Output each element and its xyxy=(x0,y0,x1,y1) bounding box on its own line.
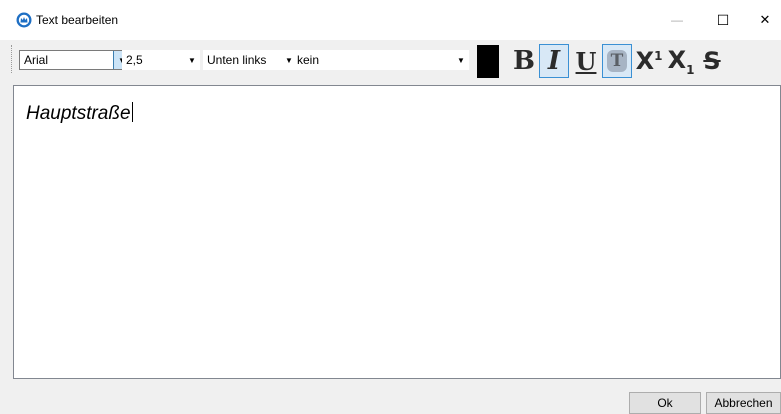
superscript-icon: X1 xyxy=(636,47,663,75)
maximize-button[interactable]: ☐ xyxy=(700,0,746,40)
subscript-digit: 1 xyxy=(686,62,695,77)
editor-text: Hauptstraße xyxy=(26,103,131,124)
subscript-icon: X1 xyxy=(668,46,695,77)
chevron-down-icon[interactable]: ▼ xyxy=(186,50,198,70)
strikethrough-button[interactable]: S xyxy=(697,44,727,78)
app-logo-icon xyxy=(16,12,32,28)
underline-button[interactable]: U xyxy=(571,44,601,78)
ok-button[interactable]: Ok xyxy=(629,392,701,414)
position-select[interactable]: Unten links ▼ xyxy=(203,50,297,70)
text-caret xyxy=(131,102,133,122)
underline-icon: U xyxy=(575,46,597,76)
position-value: Unten links xyxy=(207,53,267,67)
dialog-window: Text bearbeiten — ☐ ✕ Arial ▼ 2,5 ▼ Unte… xyxy=(0,0,781,414)
frame-select[interactable]: kein ▼ xyxy=(293,50,469,70)
superscript-base: X xyxy=(635,47,655,75)
text-color-button[interactable] xyxy=(477,45,499,78)
minimize-button[interactable]: — xyxy=(654,0,700,40)
text-background-button[interactable]: T xyxy=(602,44,632,78)
text-background-icon: T xyxy=(607,50,627,72)
bold-icon: B xyxy=(513,46,535,76)
strikethrough-icon: S xyxy=(703,47,721,75)
subscript-button[interactable]: X1 xyxy=(666,44,696,78)
cancel-button[interactable]: Abbrechen xyxy=(706,392,781,414)
maximize-icon: ☐ xyxy=(716,11,730,28)
italic-icon: I xyxy=(547,46,561,76)
font-select-value: Arial xyxy=(24,53,49,67)
font-size-value: 2,5 xyxy=(126,53,143,67)
font-select[interactable]: Arial ▼ xyxy=(19,50,131,70)
superscript-button[interactable]: X1 xyxy=(634,44,664,78)
superscript-digit: 1 xyxy=(654,49,663,63)
chevron-down-icon[interactable]: ▼ xyxy=(455,50,467,70)
text-editor[interactable]: Hauptstraße xyxy=(13,85,781,379)
title-bar: Text bearbeiten — ☐ ✕ xyxy=(0,0,781,40)
close-icon: ✕ xyxy=(759,12,771,27)
italic-button[interactable]: I xyxy=(539,44,569,78)
minimize-icon: — xyxy=(671,13,683,27)
font-size-select[interactable]: 2,5 ▼ xyxy=(122,50,200,70)
toolbar-grip[interactable] xyxy=(11,45,14,73)
editor-content[interactable]: Hauptstraße xyxy=(26,102,133,125)
frame-value: kein xyxy=(297,53,320,67)
window-title: Text bearbeiten xyxy=(36,13,119,27)
bold-button[interactable]: B xyxy=(509,44,539,78)
subscript-base: X xyxy=(667,45,687,74)
close-button[interactable]: ✕ xyxy=(742,0,781,40)
